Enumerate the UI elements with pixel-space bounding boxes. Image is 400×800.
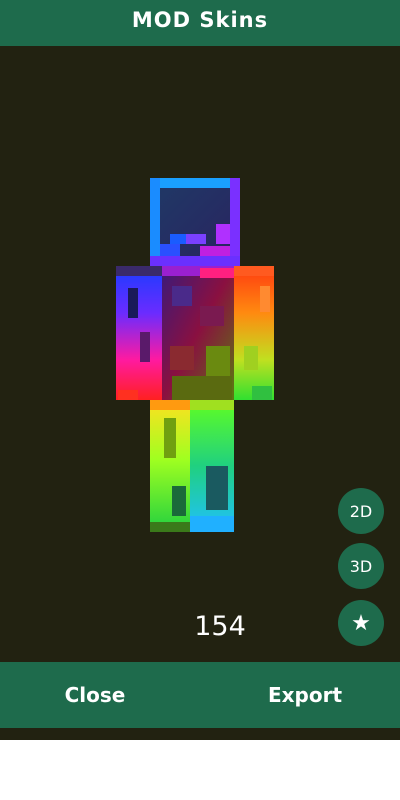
export-button[interactable]: Export xyxy=(210,662,400,728)
skin-right-arm xyxy=(234,266,274,400)
skin-left-leg xyxy=(150,400,190,532)
skin-viewer[interactable]: 2D 3D ★ 154 xyxy=(0,46,400,662)
view-3d-button[interactable]: 3D xyxy=(338,543,384,589)
skin-left-arm xyxy=(116,266,162,400)
bottom-strip xyxy=(0,728,400,740)
view-2d-button[interactable]: 2D xyxy=(338,488,384,534)
close-button[interactable]: Close xyxy=(0,662,190,728)
star-icon: ★ xyxy=(351,610,371,636)
skin-head xyxy=(150,178,240,266)
favorite-star-button[interactable]: ★ xyxy=(338,600,384,646)
skin-torso xyxy=(162,266,234,400)
app-header: MOD Skins xyxy=(0,0,400,46)
skin-counter: 154 xyxy=(194,611,246,642)
footer-bar: Close Export xyxy=(0,662,400,728)
app-title: MOD Skins xyxy=(131,8,269,32)
skin-right-leg xyxy=(190,400,234,532)
